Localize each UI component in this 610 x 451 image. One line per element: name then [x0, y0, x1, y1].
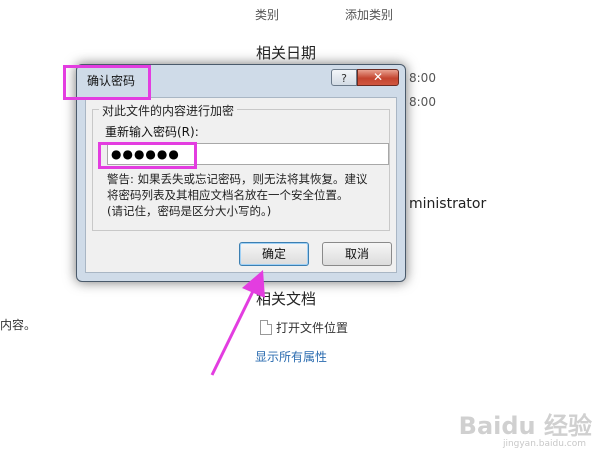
arrow-shaft [210, 284, 258, 376]
baidu-watermark-url: jingyan.baidu.com [502, 439, 586, 449]
baidu-watermark: Baidu 经验 [458, 412, 592, 440]
arrow-head [242, 270, 265, 298]
annotation-arrow [210, 270, 265, 376]
